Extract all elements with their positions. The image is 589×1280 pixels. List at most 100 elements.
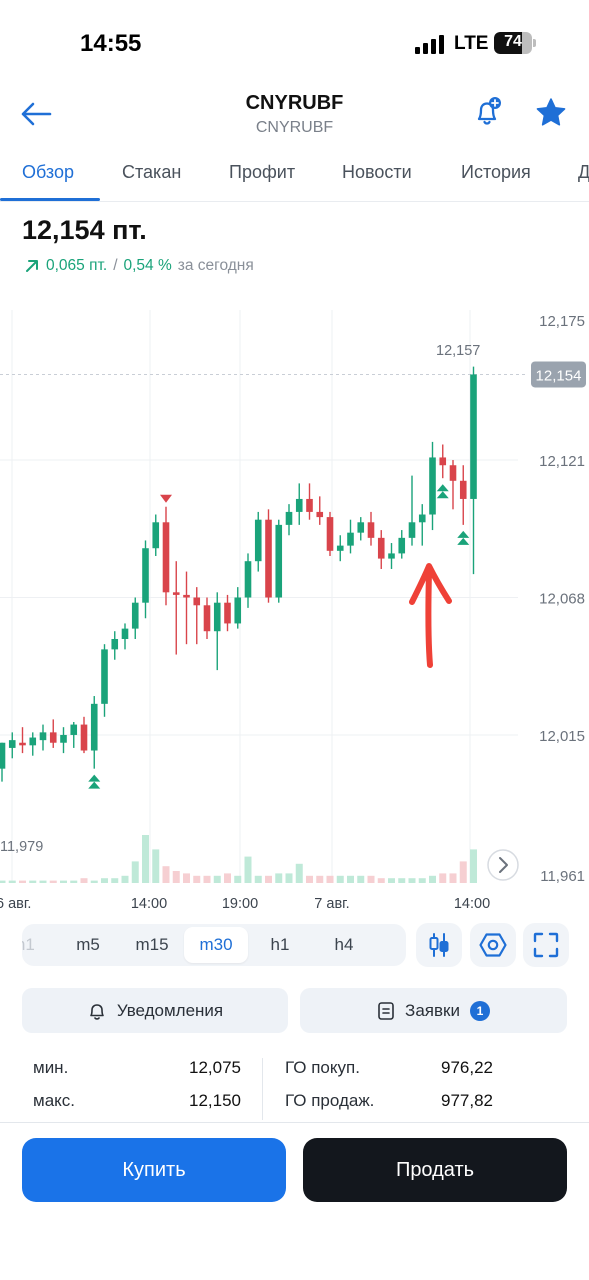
candle-body	[244, 561, 252, 598]
bottom-divider	[0, 1122, 589, 1123]
volume-bar	[275, 873, 283, 883]
price-change: 0,065 пт. / 0,54 % за сегодня	[24, 257, 254, 275]
tab-news[interactable]: Новости	[342, 162, 412, 183]
high-label: 12,157	[436, 343, 480, 359]
candle-body	[234, 597, 242, 624]
interval-m15[interactable]: m15	[126, 924, 178, 966]
volume-bar	[347, 875, 354, 883]
margin-sell-label: ГО продаж.	[285, 1091, 375, 1110]
buy-signal-icon	[457, 530, 470, 538]
tab-overview[interactable]: Обзор	[22, 162, 74, 183]
x-tick-label: 6 авг.	[0, 896, 31, 912]
volume-bar	[193, 875, 201, 883]
volume-bar	[244, 856, 252, 883]
battery-icon: 74	[494, 32, 532, 54]
volume-bar	[131, 861, 139, 883]
stats-divider	[262, 1058, 263, 1120]
volume-bar	[265, 875, 272, 883]
tab-profit[interactable]: Профит	[229, 162, 295, 183]
chart-type-button[interactable]	[416, 923, 462, 967]
stats-panel: мин. 12,075 макс. 12,150 ГО покуп. 976,2…	[0, 1052, 589, 1122]
volume-bar	[449, 873, 457, 883]
x-tick-label: 19:00	[222, 896, 258, 912]
favorite-button[interactable]	[532, 94, 570, 132]
interval-m30[interactable]: m30	[184, 927, 248, 963]
fullscreen-button[interactable]	[523, 923, 569, 967]
buy-signal-icon	[88, 774, 101, 782]
annotation-arrow	[409, 563, 452, 668]
y-tick-label: 12,175	[539, 313, 585, 330]
candle-body	[347, 532, 354, 546]
orders-button[interactable]: Заявки 1	[300, 988, 567, 1033]
tab-more[interactable]: Д	[578, 162, 589, 183]
candle-body	[408, 522, 416, 538]
margin-sell-value: 977,82	[441, 1091, 493, 1110]
indicators-button[interactable]	[470, 923, 516, 967]
candle-body	[254, 519, 262, 562]
volume-bar	[29, 880, 37, 883]
buy-signal-icon	[436, 491, 449, 499]
candle-body	[0, 742, 6, 769]
network-type: LTE	[454, 33, 489, 54]
interval-h4[interactable]: h4	[318, 924, 370, 966]
buy-button[interactable]: Купить	[22, 1138, 286, 1202]
x-tick-label: 7 авг.	[314, 896, 349, 912]
candle-body	[142, 548, 149, 603]
document-icon	[378, 1001, 394, 1020]
sell-button[interactable]: Продать	[303, 1138, 567, 1202]
sell-signal-icon	[160, 494, 172, 503]
volume-bar	[357, 875, 365, 883]
candle-body	[418, 514, 426, 523]
y-tick-label: 12,068	[539, 591, 585, 608]
price-chart[interactable]: 12,175 12,121 12,068 12,015 11,961 12,154 12,1…	[0, 300, 589, 915]
tab-order-book[interactable]: Стакан	[122, 162, 181, 183]
candle-body	[49, 732, 57, 743]
status-time: 14:55	[80, 30, 142, 57]
candle-body	[172, 592, 180, 595]
scroll-right-button[interactable]	[487, 849, 519, 881]
candle-body	[19, 742, 26, 746]
volume-bar	[408, 878, 416, 883]
interval-selector: m1 m5 m15 m30 h1 h4	[22, 924, 406, 966]
interval-m1[interactable]: m1	[22, 924, 46, 966]
add-alert-button[interactable]	[470, 94, 506, 130]
tab-history[interactable]: История	[461, 162, 531, 183]
candle-body	[326, 517, 334, 551]
volume-bar	[316, 875, 324, 883]
fullscreen-icon	[533, 932, 559, 958]
volume-bar	[142, 835, 149, 883]
cellular-signal-icon	[415, 34, 445, 54]
arrow-up-right-icon	[26, 260, 38, 272]
volume-bar	[285, 873, 293, 883]
volume-bar	[39, 880, 47, 883]
hexagon-settings-icon	[479, 933, 507, 957]
margin-buy-label: ГО покуп.	[285, 1058, 360, 1077]
volume-bar	[439, 873, 447, 883]
candle-body	[80, 724, 88, 751]
buy-signal-icon	[457, 537, 470, 545]
candlestick-icon	[429, 933, 449, 957]
volume-bar	[19, 880, 26, 883]
volume-bar	[367, 875, 375, 883]
volume-bar	[213, 875, 221, 883]
volume-bar	[172, 871, 180, 883]
candle-body	[224, 602, 231, 624]
candle-body	[131, 602, 139, 629]
battery-level: 74	[504, 33, 522, 50]
orders-count-badge: 1	[469, 1000, 490, 1021]
volume-bar	[388, 878, 395, 883]
volume-bar	[70, 880, 78, 883]
volume-bar	[183, 873, 190, 883]
battery-cap	[533, 39, 536, 47]
candle-body	[295, 498, 303, 512]
margin-buy-value: 976,22	[441, 1058, 493, 1077]
interval-m5[interactable]: m5	[62, 924, 114, 966]
candle-body	[306, 498, 313, 512]
notifications-button[interactable]: Уведомления	[22, 988, 288, 1033]
interval-h1[interactable]: h1	[254, 924, 306, 966]
status-bar: 14:55 LTE 74	[0, 0, 589, 88]
candle-body	[90, 703, 98, 751]
candle-body	[367, 522, 375, 538]
buy-signal-icon	[436, 484, 449, 492]
volume-bar	[336, 875, 344, 883]
